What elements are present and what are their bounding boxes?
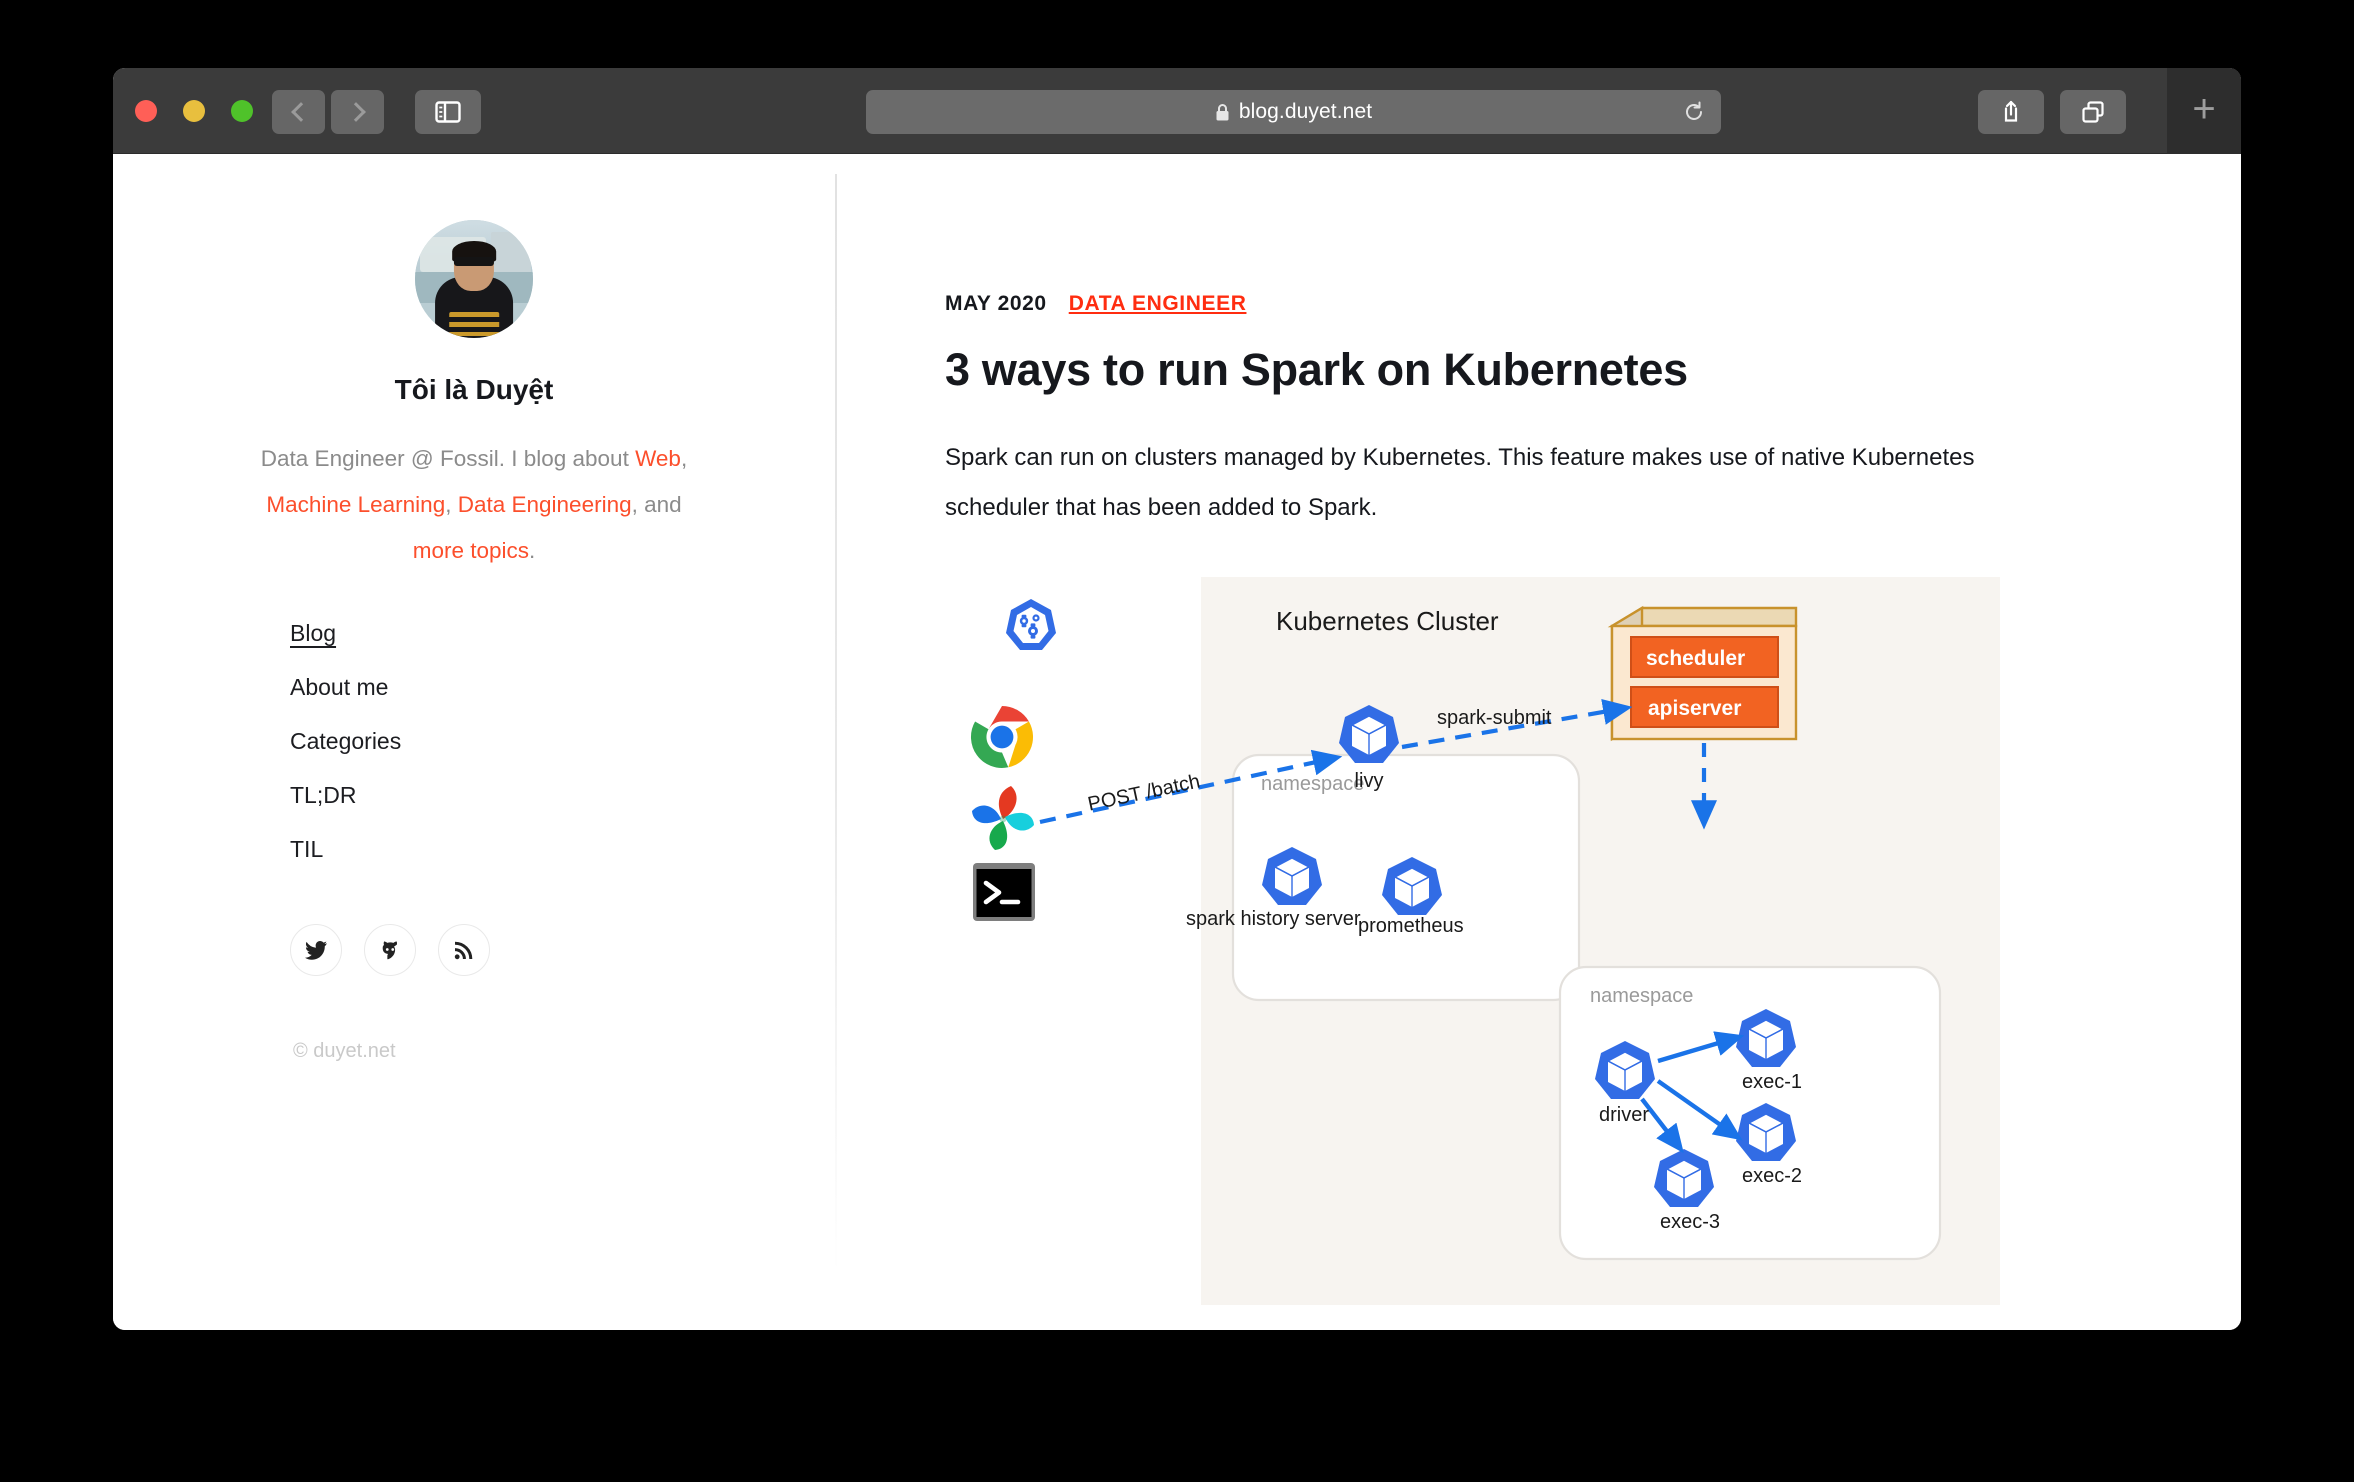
kubernetes-logo-icon	[1006, 599, 1056, 650]
bio-link-data-engineering[interactable]: Data Engineering	[458, 492, 632, 517]
chrome-icon	[971, 706, 1033, 768]
bio-lead: Data Engineer @ Fossil. I blog about	[261, 446, 635, 471]
bio-sep-2: ,	[445, 492, 458, 517]
sidebar-item-blog[interactable]: Blog	[290, 622, 336, 645]
sidebar-toggle-button[interactable]	[415, 90, 481, 134]
github-icon	[379, 940, 401, 961]
browser-titlebar: blog.duyet.net +	[113, 68, 2241, 154]
back-button[interactable]	[272, 90, 325, 134]
forward-button[interactable]	[331, 90, 384, 134]
bio-link-machine-learning[interactable]: Machine Learning	[266, 492, 445, 517]
bio-tail: .	[529, 538, 535, 563]
column-divider	[835, 174, 837, 1274]
sidebar-nav: Blog About me Categories TL;DR TIL	[290, 622, 835, 892]
pod-label-exec-1: exec-1	[1742, 1071, 1802, 1094]
chevron-right-icon	[346, 102, 366, 122]
diagram-canvas	[970, 577, 2000, 1305]
bio-link-web[interactable]: Web	[635, 446, 681, 471]
article-title: 3 ways to run Spark on Kubernetes	[945, 344, 2241, 396]
pod-label-exec-3: exec-3	[1660, 1211, 1720, 1234]
page-title: Tôi là Duyệt	[113, 374, 835, 406]
url-text: blog.duyet.net	[1239, 100, 1372, 124]
site-sidebar: Tôi là Duyệt Data Engineer @ Fossil. I b…	[113, 154, 835, 1330]
article-category-tag[interactable]: DATA ENGINEER	[1069, 292, 1247, 316]
rss-link[interactable]	[438, 924, 490, 976]
browser-window: blog.duyet.net +	[113, 68, 2241, 1330]
profile-bio: Data Engineer @ Fossil. I blog about Web…	[239, 436, 709, 574]
reload-icon	[1683, 101, 1705, 123]
bio-link-more-topics[interactable]: more topics	[413, 538, 529, 563]
social-links	[290, 924, 835, 976]
bio-sep-1: ,	[681, 446, 687, 471]
github-link[interactable]	[364, 924, 416, 976]
close-window-button[interactable]	[135, 100, 157, 122]
pod-label-exec-2: exec-2	[1742, 1165, 1802, 1188]
maximize-window-button[interactable]	[231, 100, 253, 122]
new-tab-button[interactable]: +	[2167, 68, 2241, 154]
control-plane-label-scheduler: scheduler	[1646, 647, 1745, 671]
namespace-label-left: namespace	[1261, 773, 1364, 796]
chevron-left-icon	[291, 102, 311, 122]
terminal-icon	[973, 863, 1035, 921]
article-date: MAY 2020	[945, 292, 1047, 316]
twitter-icon	[305, 941, 327, 960]
avatar	[415, 220, 533, 338]
show-tabs-button[interactable]	[2060, 90, 2126, 134]
airflow-icon	[972, 786, 1034, 850]
sidebar-item-til[interactable]: TIL	[290, 838, 323, 861]
lock-icon	[1215, 103, 1230, 122]
pod-label-prometheus: prometheus	[1358, 915, 1464, 938]
tab-overview-icon	[2080, 100, 2106, 124]
control-plane-label-apiserver: apiserver	[1648, 697, 1741, 721]
sidebar-item-tldr[interactable]: TL;DR	[290, 784, 356, 807]
article-main: MAY 2020 DATA ENGINEER 3 ways to run Spa…	[835, 154, 2241, 1330]
share-icon	[1999, 99, 2023, 125]
pod-label-spark-history-server: spark history server	[1186, 908, 1361, 931]
share-button[interactable]	[1978, 90, 2044, 134]
bio-sep-3: , and	[632, 492, 682, 517]
new-tab-label: +	[2192, 89, 2215, 129]
cluster-title: Kubernetes Cluster	[1276, 606, 1499, 637]
reload-button[interactable]	[1683, 101, 1705, 123]
sidebar-item-categories[interactable]: Categories	[290, 730, 401, 753]
pod-label-livy: livy	[1355, 770, 1384, 793]
rss-icon	[454, 940, 474, 960]
copyright-text: © duyet.net	[293, 1040, 835, 1063]
edge-label-spark-submit: spark-submit	[1437, 707, 1551, 730]
window-controls	[135, 100, 253, 122]
namespace-label-right: namespace	[1590, 985, 1693, 1008]
address-bar[interactable]: blog.duyet.net	[866, 90, 1721, 134]
architecture-diagram: Kubernetes Cluster namespace namespace l…	[970, 577, 2000, 1305]
sidebar-item-about-me[interactable]: About me	[290, 676, 388, 699]
pod-label-driver: driver	[1599, 1104, 1649, 1127]
twitter-link[interactable]	[290, 924, 342, 976]
page-content: Tôi là Duyệt Data Engineer @ Fossil. I b…	[113, 154, 2241, 1330]
article-meta: MAY 2020 DATA ENGINEER	[945, 292, 2241, 316]
article-body: Spark can run on clusters managed by Kub…	[945, 433, 2070, 533]
sidebar-panel-icon	[435, 101, 461, 123]
minimize-window-button[interactable]	[183, 100, 205, 122]
